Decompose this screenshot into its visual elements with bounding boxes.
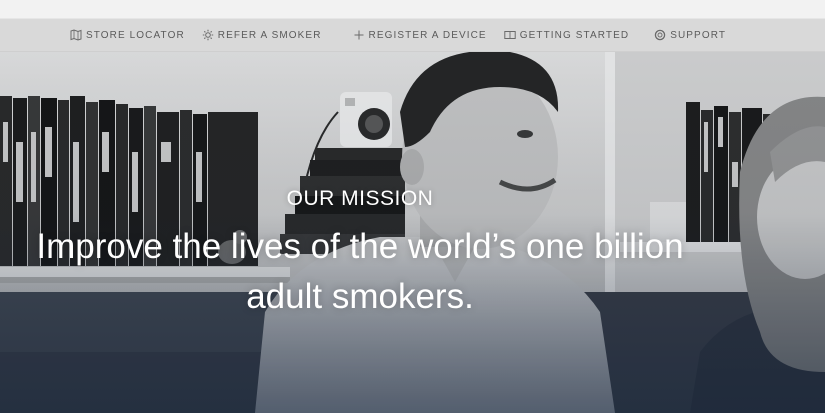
gear-icon — [202, 29, 214, 41]
nav-label: STORE LOCATOR — [86, 29, 185, 41]
lifebuoy-icon — [654, 29, 666, 41]
nav-label: GETTING STARTED — [519, 29, 630, 41]
hero-banner: OUR MISSION Improve the lives of the wor… — [0, 52, 825, 413]
top-bar — [0, 0, 825, 19]
nav-support[interactable]: SUPPORT — [654, 29, 726, 41]
mission-statement: Improve the lives of the world’s one bil… — [36, 227, 684, 316]
mission-label: OUR MISSION — [286, 187, 434, 210]
nav-label: REGISTER A DEVICE — [368, 29, 487, 41]
nav-store-locator[interactable]: STORE LOCATOR — [70, 29, 185, 41]
nav-refer-a-smoker[interactable]: REFER A SMOKER — [202, 29, 322, 41]
nav-getting-started[interactable]: GETTING STARTED — [504, 29, 629, 41]
utility-nav: STORE LOCATOR REFER A SMOKER REGISTER A … — [0, 19, 825, 52]
book-icon — [504, 29, 516, 41]
map-icon — [70, 29, 82, 41]
nav-label: REFER A SMOKER — [217, 29, 322, 41]
plus-icon — [353, 29, 365, 41]
nav-label: SUPPORT — [670, 29, 727, 41]
nav-register-a-device[interactable]: REGISTER A DEVICE — [353, 29, 487, 41]
